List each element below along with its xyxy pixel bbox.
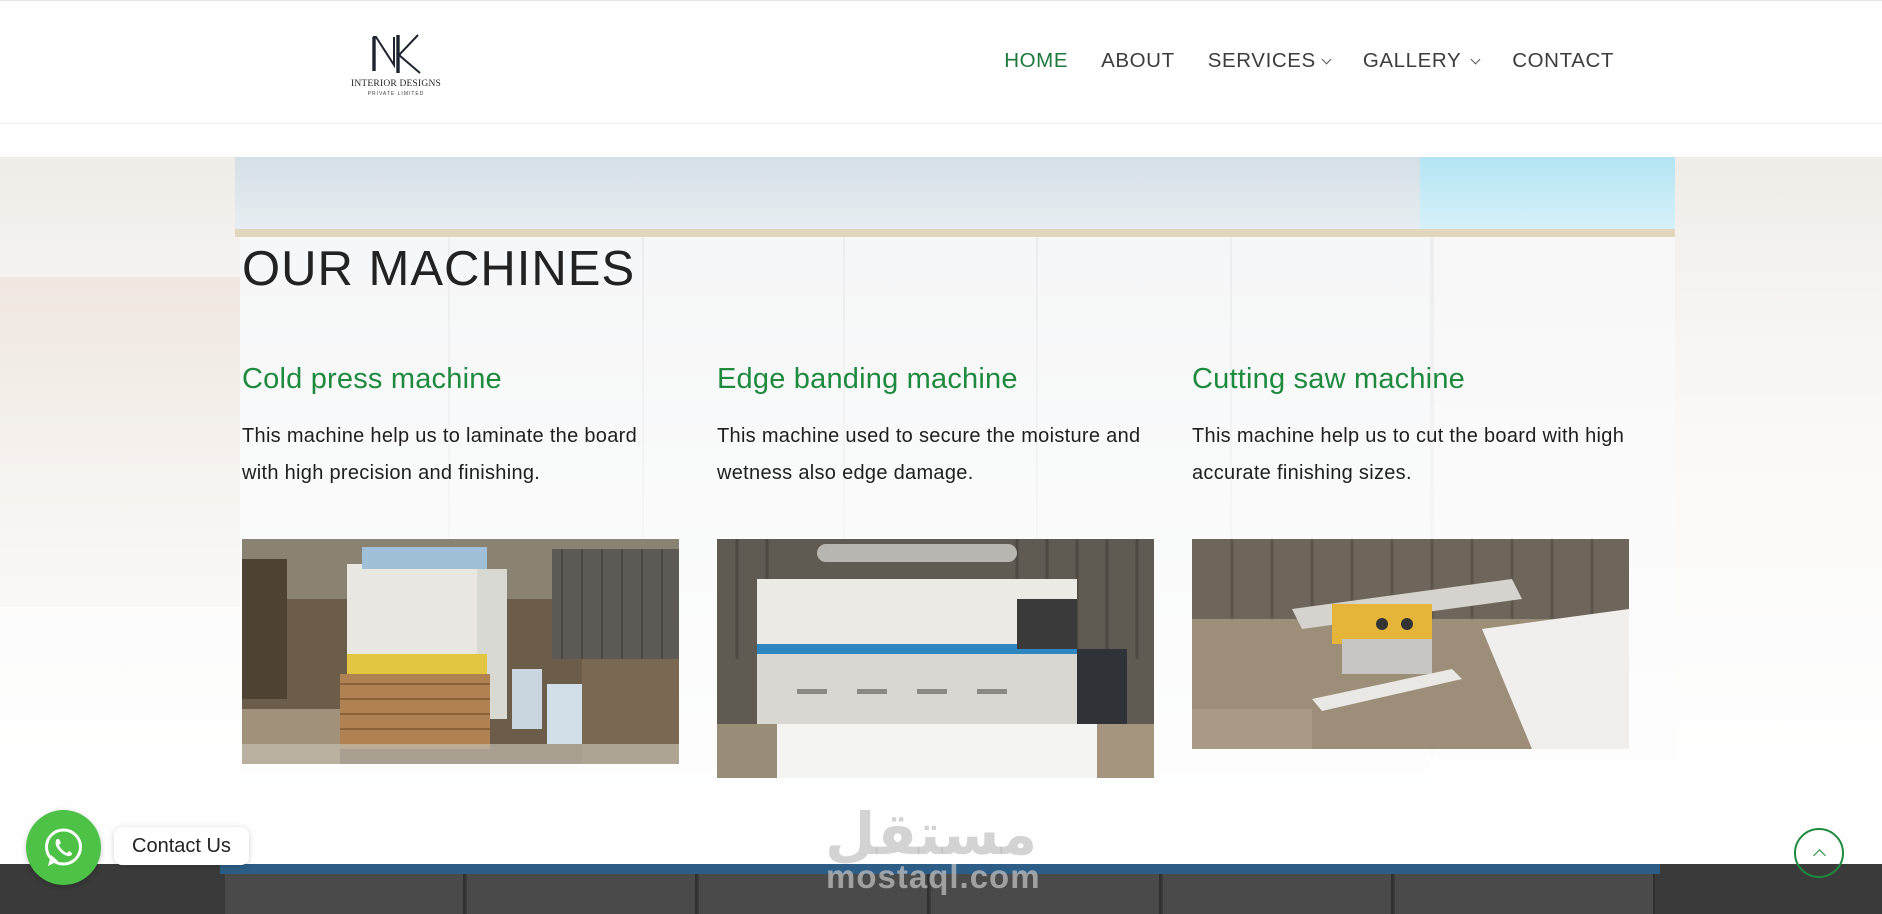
chevron-up-icon (1813, 849, 1826, 862)
nav-about-label: ABOUT (1101, 49, 1175, 72)
machine-title: Edge banding machine (717, 363, 1018, 395)
section-title: OUR MACHINES (242, 242, 636, 296)
logo-line1: INTERIOR DESIGNS (350, 79, 442, 89)
whatsapp-contact-label[interactable]: Contact Us (114, 827, 249, 865)
nav-home[interactable]: HOME (1004, 49, 1068, 73)
main-nav: HOME ABOUT SERVICES GALLERY CONTACT (1004, 49, 1614, 73)
background-panel (225, 874, 465, 914)
cold-press-machine-photo (242, 539, 679, 764)
nk-monogram-icon (372, 34, 421, 74)
chevron-down-icon (1321, 54, 1332, 64)
whatsapp-button[interactable] (26, 810, 101, 885)
machine-title: Cold press machine (242, 363, 502, 395)
background-panel (1395, 874, 1655, 914)
edge-banding-machine-photo (717, 539, 1154, 778)
machine-card: Cutting saw machine This machine help us… (1192, 363, 1629, 492)
nav-about[interactable]: ABOUT (1101, 49, 1175, 73)
site-logo[interactable]: INTERIOR DESIGNS PRIVATE LIMITED (346, 31, 446, 103)
background-panel (467, 874, 697, 914)
cutting-saw-machine-photo (1192, 539, 1629, 749)
chevron-down-icon (1470, 54, 1481, 64)
machine-card: Cold press machine This machine help us … (242, 363, 679, 492)
machine-description: This machine used to secure the moisture… (717, 425, 1141, 484)
machines-section: OUR MACHINES Cold press machine This mac… (0, 157, 1882, 864)
whatsapp-icon (45, 828, 82, 866)
watermark-url: mostaql.com (826, 858, 1041, 895)
machine-card: Edge banding machine This machine used t… (717, 363, 1154, 492)
site-header: INTERIOR DESIGNS PRIVATE LIMITED HOME AB… (0, 0, 1882, 124)
nav-services[interactable]: SERVICES (1207, 49, 1332, 73)
nav-contact[interactable]: CONTACT (1512, 49, 1614, 73)
logo-line2: PRIVATE LIMITED (367, 91, 425, 97)
nav-gallery-label: GALLERY (1362, 49, 1462, 72)
nav-contact-label: CONTACT (1512, 49, 1614, 72)
nav-gallery[interactable]: GALLERY (1362, 49, 1481, 73)
scroll-to-top-button[interactable] (1794, 828, 1844, 878)
nav-home-label: HOME (1004, 49, 1069, 72)
background-panel (1163, 874, 1393, 914)
nav-services-label: SERVICES (1207, 49, 1316, 72)
machine-description: This machine help us to cut the board wi… (1192, 425, 1625, 484)
machine-title: Cutting saw machine (1192, 363, 1465, 395)
machine-description: This machine help us to laminate the boa… (242, 425, 638, 484)
